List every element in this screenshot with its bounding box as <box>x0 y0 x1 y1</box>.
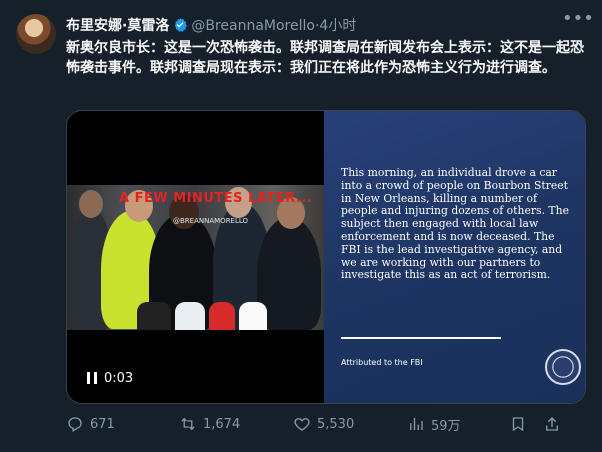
reply-count: 671 <box>90 416 115 432</box>
microphone <box>137 302 171 330</box>
microphone <box>175 302 205 330</box>
bookmark-button[interactable] <box>509 415 543 433</box>
post-actions: 671 1,674 5,530 59万 <box>66 413 582 435</box>
reply-icon <box>68 417 82 432</box>
microphone <box>209 302 235 330</box>
statement-divider <box>341 337 501 339</box>
post-header: 布里安娜·莫雷洛 @BreannaMorello·4小时 <box>66 15 586 37</box>
share-icon <box>546 417 558 431</box>
video-player[interactable]: A FEW MINUTES LATER... @BREANNAMORELLO 0… <box>67 111 324 403</box>
post-text: 新奥尔良市长：这是一次恐怖袭击。联邦调查局在新闻发布会上表示：这不是一起恐怖袭击… <box>66 40 584 76</box>
repost-icon <box>181 417 195 431</box>
avatar[interactable] <box>16 14 56 54</box>
microphone <box>239 302 267 330</box>
post-time[interactable]: 4小时 <box>319 18 356 34</box>
pause-icon[interactable] <box>87 372 97 384</box>
bookmark-icon <box>512 417 524 432</box>
like-count: 5,530 <box>317 416 355 432</box>
fbi-statement-panel: This morning, an individual drove a car … <box>324 111 585 403</box>
fbi-seal-icon <box>545 349 581 385</box>
share-button[interactable] <box>543 415 563 433</box>
author-handle[interactable]: @BreannaMorello <box>191 18 315 34</box>
video-overlay-text: A FEW MINUTES LATER... <box>119 191 313 206</box>
views-count: 59万 <box>431 418 461 434</box>
fbi-statement-text: This morning, an individual drove a car … <box>341 166 569 282</box>
repost-button[interactable]: 1,674 <box>179 415 293 433</box>
like-button[interactable]: 5,530 <box>293 415 407 433</box>
repost-count: 1,674 <box>203 416 241 432</box>
verified-badge-icon <box>172 17 188 37</box>
press-conference-video-frame <box>67 185 324 330</box>
like-icon <box>294 418 310 431</box>
fbi-attribution: Attributed to the FBI <box>341 358 423 367</box>
reply-button[interactable]: 671 <box>66 415 179 433</box>
video-watermark: @BREANNAMORELLO <box>173 217 249 225</box>
views-button[interactable]: 59万 <box>407 415 509 434</box>
media-card[interactable]: A FEW MINUTES LATER... @BREANNAMORELLO 0… <box>66 110 586 404</box>
views-icon <box>410 418 423 430</box>
more-icon[interactable]: ••• <box>562 10 594 34</box>
author-name[interactable]: 布里安娜·莫雷洛 <box>66 18 169 34</box>
video-controls[interactable]: 0:03 <box>81 367 140 389</box>
video-time: 0:03 <box>104 370 134 386</box>
person-head <box>79 190 103 218</box>
